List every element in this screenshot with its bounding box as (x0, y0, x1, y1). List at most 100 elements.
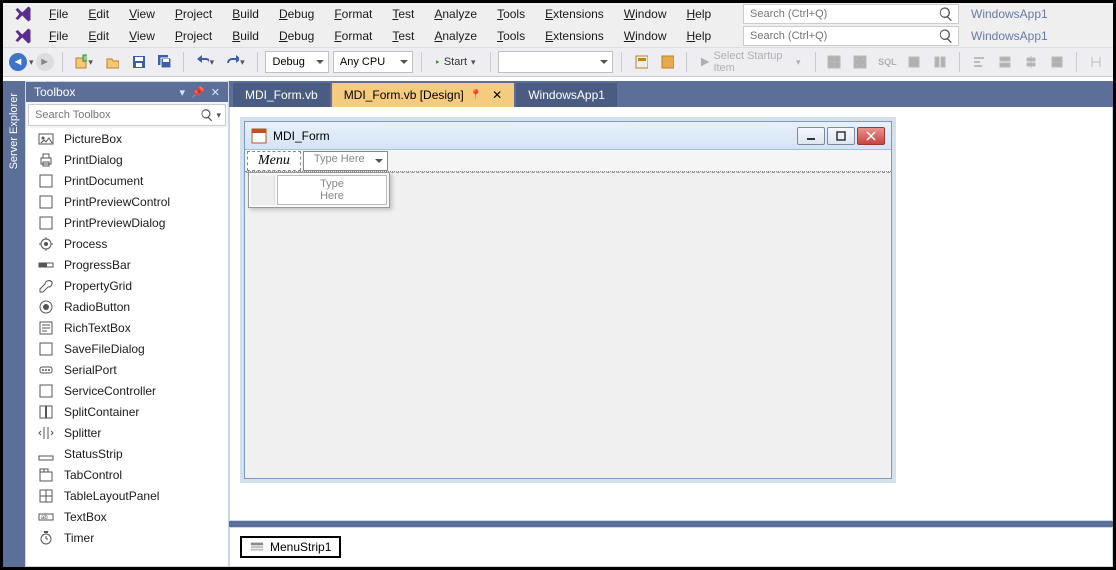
menu-help[interactable]: Help (676, 5, 721, 23)
menu-edit[interactable]: Edit (78, 5, 119, 23)
toolbox-item-label: Splitter (64, 426, 101, 440)
redo-button[interactable]: ▾ (222, 51, 248, 73)
menu-file[interactable]: File (39, 27, 78, 45)
menu-tools[interactable]: Tools (487, 5, 535, 23)
nav-back-icon[interactable]: ◄ (9, 53, 27, 71)
menu-extensions[interactable]: Extensions (535, 5, 614, 23)
doc-tab[interactable]: MDI_Form.vb [Design]📍✕ (332, 83, 515, 107)
menu-edit[interactable]: Edit (78, 27, 119, 45)
menu-project[interactable]: Project (165, 27, 222, 45)
close-button[interactable] (857, 127, 885, 145)
menu-analyze[interactable]: Analyze (424, 5, 487, 23)
printpreviewdialog-icon (38, 215, 54, 231)
toolbox-item-label: PrintPreviewDialog (64, 216, 165, 230)
doc-tab[interactable]: MDI_Form.vb (233, 83, 330, 107)
menubar-row-1: FileEditViewProjectBuildDebugFormatTestA… (3, 3, 1113, 25)
toolbox-item-splitter[interactable]: Splitter (26, 422, 228, 443)
quick-launch-search-2[interactable] (743, 26, 959, 46)
menu-format[interactable]: Format (324, 5, 382, 23)
doc-tool-button-1[interactable] (630, 51, 652, 73)
menu-item-menu[interactable]: Menu (247, 151, 301, 171)
toolbox-item-printdialog[interactable]: PrintDialog (26, 149, 228, 170)
toolbox-item-radiobutton[interactable]: RadioButton (26, 296, 228, 317)
timer-icon (38, 530, 54, 546)
menu-tools[interactable]: Tools (487, 27, 535, 45)
menu-view[interactable]: View (119, 5, 165, 23)
toolbox-item-picturebox[interactable]: PictureBox (26, 128, 228, 149)
menu-view[interactable]: View (119, 27, 165, 45)
pin-icon[interactable]: 📍 (470, 90, 482, 101)
toolbox-search[interactable]: ▾ (28, 104, 226, 126)
search-icon (938, 6, 954, 22)
new-project-button[interactable]: ▾ (70, 51, 96, 73)
panel-close-icon[interactable]: ✕ (211, 86, 220, 99)
menu-debug[interactable]: Debug (269, 27, 324, 45)
server-explorer-tab[interactable]: Server Explorer (3, 81, 25, 567)
menu-build[interactable]: Build (222, 5, 269, 23)
toolbox-item-printpreviewdialog[interactable]: PrintPreviewDialog (26, 212, 228, 233)
platform-combo[interactable]: Any CPU (333, 51, 414, 73)
panel-pin-icon[interactable]: 📌 (191, 86, 205, 99)
doc-tool-button-2[interactable] (656, 51, 678, 73)
startup-item-button[interactable]: Select Startup Item ▾ (695, 51, 807, 73)
config-combo[interactable]: Debug (265, 51, 328, 73)
toolbox-item-tablelayoutpanel[interactable]: TableLayoutPanel (26, 485, 228, 506)
toolbox-item-progressbar[interactable]: ProgressBar (26, 254, 228, 275)
menustrip[interactable]: Menu Type Here (245, 150, 891, 172)
toolbox-item-statusstrip[interactable]: StatusStrip (26, 443, 228, 464)
close-icon[interactable]: ✕ (492, 88, 502, 102)
maximize-button[interactable] (827, 127, 855, 145)
toolbox-item-richtextbox[interactable]: RichTextBox (26, 317, 228, 338)
toolbox-item-savefiledialog[interactable]: SaveFileDialog (26, 338, 228, 359)
form-window[interactable]: MDI_Form Menu Type Here Type Here (244, 121, 892, 479)
menu-project[interactable]: Project (165, 5, 222, 23)
nav-back-forward[interactable]: ◄ ▾ ► (9, 52, 54, 72)
quick-launch-search-1[interactable] (743, 4, 959, 24)
attach-target-combo[interactable] (498, 51, 613, 73)
menu-extensions[interactable]: Extensions (535, 27, 614, 45)
save-all-button[interactable] (153, 51, 175, 73)
design-surface[interactable]: MDI_Form Menu Type Here Type Here (229, 107, 1113, 521)
menubar-row-2: FileEditViewProjectBuildDebugFormatTestA… (3, 25, 1113, 47)
toolbox-item-process[interactable]: Process (26, 233, 228, 254)
menu-analyze[interactable]: Analyze (424, 27, 487, 45)
menu-test[interactable]: Test (382, 5, 424, 23)
toolbox-item-timer[interactable]: Timer (26, 527, 228, 548)
toolbox-item-textbox[interactable]: abTextBox (26, 506, 228, 527)
toolbox-search-input[interactable] (29, 109, 200, 121)
type-here-top[interactable]: Type Here (303, 151, 388, 171)
menu-debug[interactable]: Debug (269, 5, 324, 23)
propertygrid-icon (38, 278, 54, 294)
tray-menustrip1[interactable]: MenuStrip1 (240, 536, 341, 558)
menu-window[interactable]: Window (614, 27, 677, 45)
component-tray[interactable]: MenuStrip1 (229, 527, 1113, 567)
toolbox-item-tabcontrol[interactable]: TabControl (26, 464, 228, 485)
toolbox-item-propertygrid[interactable]: PropertyGrid (26, 275, 228, 296)
toolbox-list[interactable]: PictureBoxPrintDialogPrintDocumentPrintP… (26, 128, 228, 566)
panel-dropdown-icon[interactable]: ▾ (180, 86, 186, 99)
toolbox-item-splitcontainer[interactable]: SplitContainer (26, 401, 228, 422)
toolbox-item-label: ProgressBar (64, 258, 131, 272)
menu-test[interactable]: Test (382, 27, 424, 45)
toolbox-item-label: StatusStrip (64, 447, 123, 461)
toolbox-item-servicecontroller[interactable]: ServiceController (26, 380, 228, 401)
doc-tab[interactable]: WindowsApp1 (516, 83, 617, 107)
menu-window[interactable]: Window (614, 5, 677, 23)
undo-button[interactable]: ▾ (192, 51, 218, 73)
form-titlebar[interactable]: MDI_Form (245, 122, 891, 150)
open-button[interactable] (101, 51, 123, 73)
toolbox-item-label: TextBox (64, 510, 107, 524)
toolbox-item-serialport[interactable]: SerialPort (26, 359, 228, 380)
start-button[interactable]: Start ▾ (430, 51, 481, 73)
menu-build[interactable]: Build (222, 27, 269, 45)
toolbox-item-printdocument[interactable]: PrintDocument (26, 170, 228, 191)
nav-forward-icon: ► (36, 53, 54, 71)
toolbox-item-printpreviewcontrol[interactable]: PrintPreviewControl (26, 191, 228, 212)
search-input-1[interactable] (744, 8, 938, 20)
menu-help[interactable]: Help (676, 27, 721, 45)
search-input-2[interactable] (744, 30, 938, 42)
minimize-button[interactable] (797, 127, 825, 145)
menu-format[interactable]: Format (324, 27, 382, 45)
save-button[interactable] (127, 51, 149, 73)
menu-file[interactable]: File (39, 5, 78, 23)
